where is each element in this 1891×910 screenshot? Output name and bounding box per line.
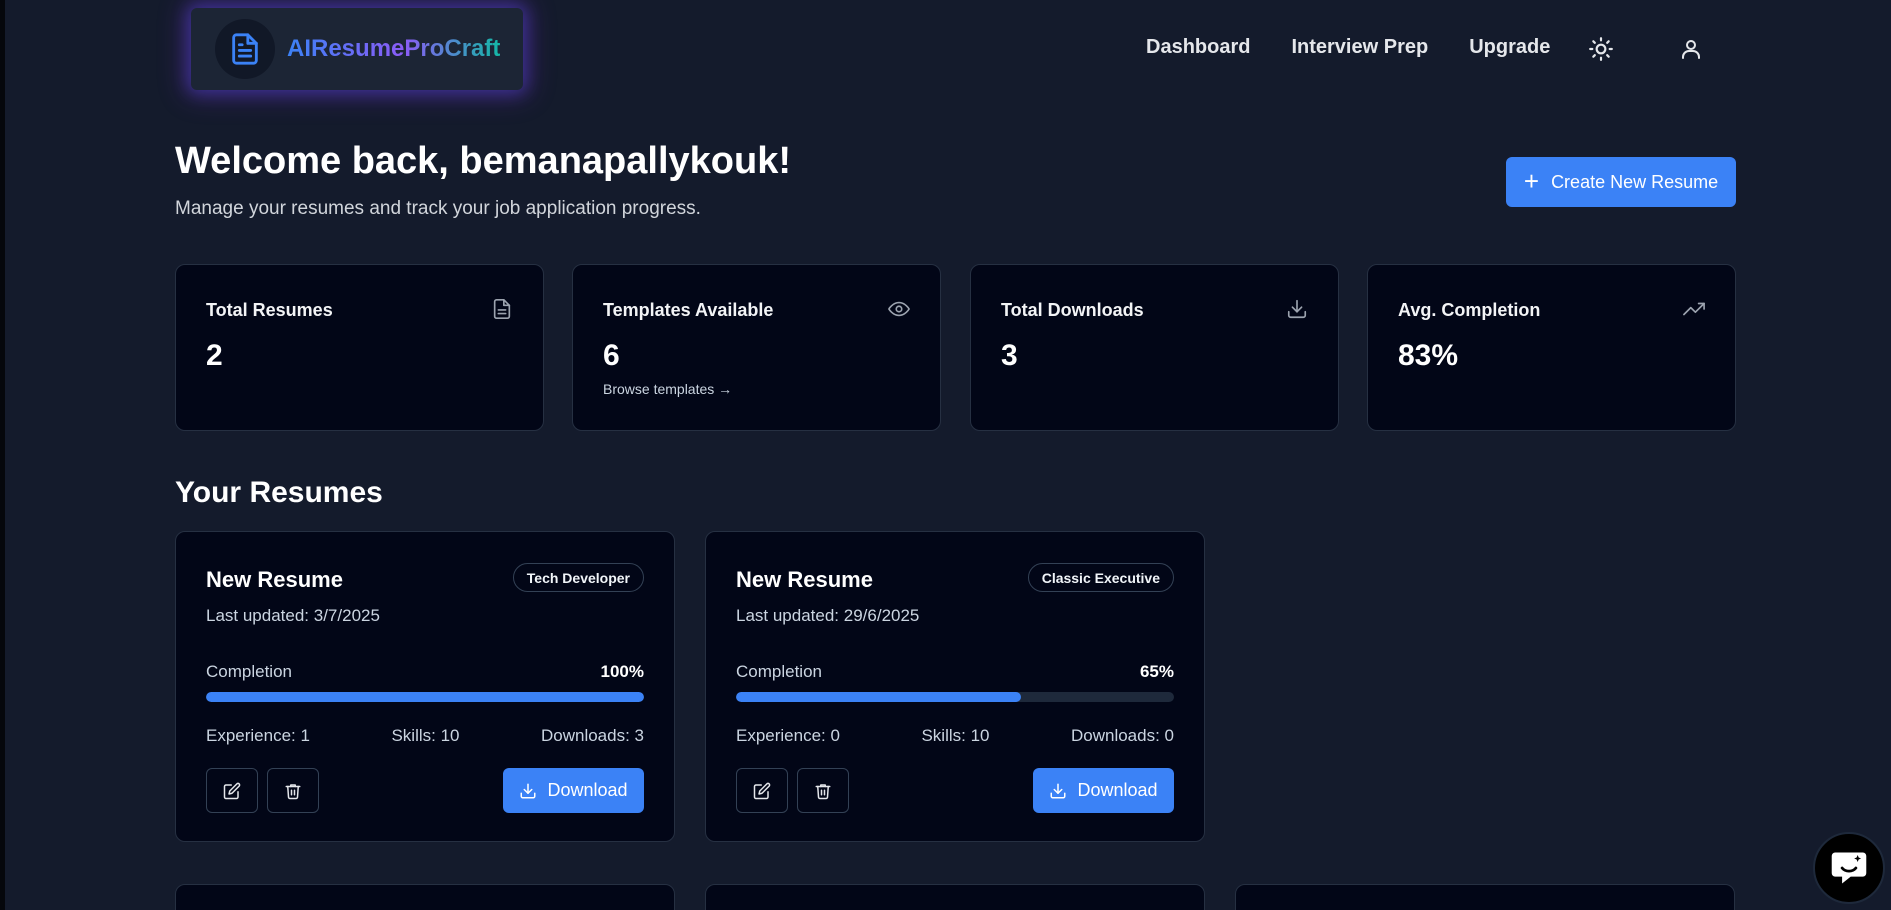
completion-label: Completion bbox=[736, 662, 822, 681]
stat-card-avg-completion: Avg. Completion 83% bbox=[1367, 264, 1736, 431]
edit-button[interactable] bbox=[206, 768, 258, 813]
resume-title: New Resume bbox=[206, 567, 343, 592]
user-profile-icon[interactable] bbox=[1676, 34, 1706, 64]
logo-file-icon bbox=[215, 19, 275, 79]
download-label: Download bbox=[1077, 780, 1158, 800]
create-new-resume-label: Create New Resume bbox=[1551, 171, 1719, 192]
download-label: Download bbox=[547, 780, 628, 800]
chat-bubble-icon bbox=[1831, 852, 1867, 884]
completion-value: 100% bbox=[600, 662, 644, 681]
download-icon bbox=[1050, 783, 1066, 798]
completion-value: 65% bbox=[1139, 662, 1174, 681]
nav-interview-prep[interactable]: Interview Prep bbox=[1291, 36, 1428, 59]
stat-card-total-downloads: Total Downloads 3 bbox=[970, 264, 1339, 431]
page-subtitle: Manage your resumes and track your job a… bbox=[175, 198, 701, 219]
resume-stats: Experience: 1 Skills: 10 Downloads: 3 bbox=[206, 726, 644, 746]
file-text-icon bbox=[493, 299, 511, 319]
resume-title: New Resume bbox=[736, 567, 873, 592]
trending-up-icon bbox=[1683, 302, 1705, 316]
page-title: Welcome back, bemanapallykouk! bbox=[175, 140, 791, 182]
template-badge: Classic Executive bbox=[1027, 563, 1174, 592]
stat-value: 3 bbox=[1001, 339, 1018, 372]
completion-progress-bar bbox=[736, 692, 1174, 702]
edit-icon bbox=[223, 782, 241, 799]
last-updated: Last updated: 29/6/2025 bbox=[736, 606, 920, 625]
resume-card-partial bbox=[175, 884, 675, 910]
plus-icon: + bbox=[1523, 165, 1540, 196]
stat-value: 6 bbox=[603, 339, 620, 372]
page: AIResumeProCraft Dashboard Interview Pre… bbox=[0, 0, 1891, 910]
download-button[interactable]: Download bbox=[503, 768, 644, 813]
eye-icon bbox=[888, 301, 910, 317]
experience-count: Experience: 1 bbox=[206, 726, 310, 745]
nav-dashboard[interactable]: Dashboard bbox=[1146, 36, 1250, 59]
downloads-count: Downloads: 0 bbox=[1070, 726, 1174, 745]
delete-button[interactable] bbox=[797, 768, 849, 813]
trash-icon bbox=[815, 783, 831, 799]
completion-progress-fill bbox=[736, 692, 1021, 702]
browse-templates-link[interactable]: Browse templates → bbox=[603, 381, 732, 397]
stat-card-total-resumes: Total Resumes 2 bbox=[175, 264, 544, 431]
experience-count: Experience: 0 bbox=[736, 726, 840, 745]
resume-card: New Resume Classic Executive Last update… bbox=[705, 531, 1205, 842]
edit-button[interactable] bbox=[736, 768, 788, 813]
stat-label: Total Downloads bbox=[1001, 300, 1144, 320]
completion-label: Completion bbox=[206, 662, 292, 681]
stat-value: 83% bbox=[1398, 339, 1459, 372]
stat-label: Templates Available bbox=[603, 300, 774, 320]
download-button[interactable]: Download bbox=[1033, 768, 1174, 813]
theme-toggle-sun-icon[interactable] bbox=[1586, 34, 1616, 64]
completion-progress-bar bbox=[206, 692, 644, 702]
resume-stats: Experience: 0 Skills: 10 Downloads: 0 bbox=[736, 726, 1174, 746]
stat-value: 2 bbox=[206, 339, 223, 372]
stat-card-templates: Templates Available 6 Browse templates → bbox=[572, 264, 941, 431]
skills-count: Skills: 10 bbox=[921, 726, 990, 745]
section-title: Your Resumes bbox=[175, 476, 383, 509]
logo-text: AIResumeProCraft bbox=[287, 35, 501, 62]
trash-icon bbox=[285, 783, 301, 799]
resume-card: New Resume Tech Developer Last updated: … bbox=[175, 531, 675, 842]
last-updated: Last updated: 3/7/2025 bbox=[206, 606, 380, 625]
delete-button[interactable] bbox=[267, 768, 319, 813]
create-new-resume-button[interactable]: + Create New Resume bbox=[1506, 157, 1736, 207]
completion-progress-fill bbox=[206, 692, 644, 702]
resume-card-partial bbox=[705, 884, 1205, 910]
main-nav: Dashboard Interview Prep Upgrade bbox=[1146, 36, 1591, 59]
stat-label: Total Resumes bbox=[206, 300, 333, 320]
template-badge: Tech Developer bbox=[512, 563, 644, 592]
edit-icon bbox=[753, 782, 771, 799]
download-icon bbox=[1287, 299, 1307, 319]
chat-widget-button[interactable] bbox=[1813, 832, 1885, 904]
downloads-count: Downloads: 3 bbox=[540, 726, 644, 745]
skills-count: Skills: 10 bbox=[391, 726, 460, 745]
logo[interactable]: AIResumeProCraft bbox=[191, 8, 523, 90]
nav-upgrade[interactable]: Upgrade bbox=[1469, 36, 1550, 59]
stat-label: Avg. Completion bbox=[1398, 300, 1541, 320]
resume-card-partial bbox=[1235, 884, 1735, 910]
download-icon bbox=[520, 783, 536, 798]
